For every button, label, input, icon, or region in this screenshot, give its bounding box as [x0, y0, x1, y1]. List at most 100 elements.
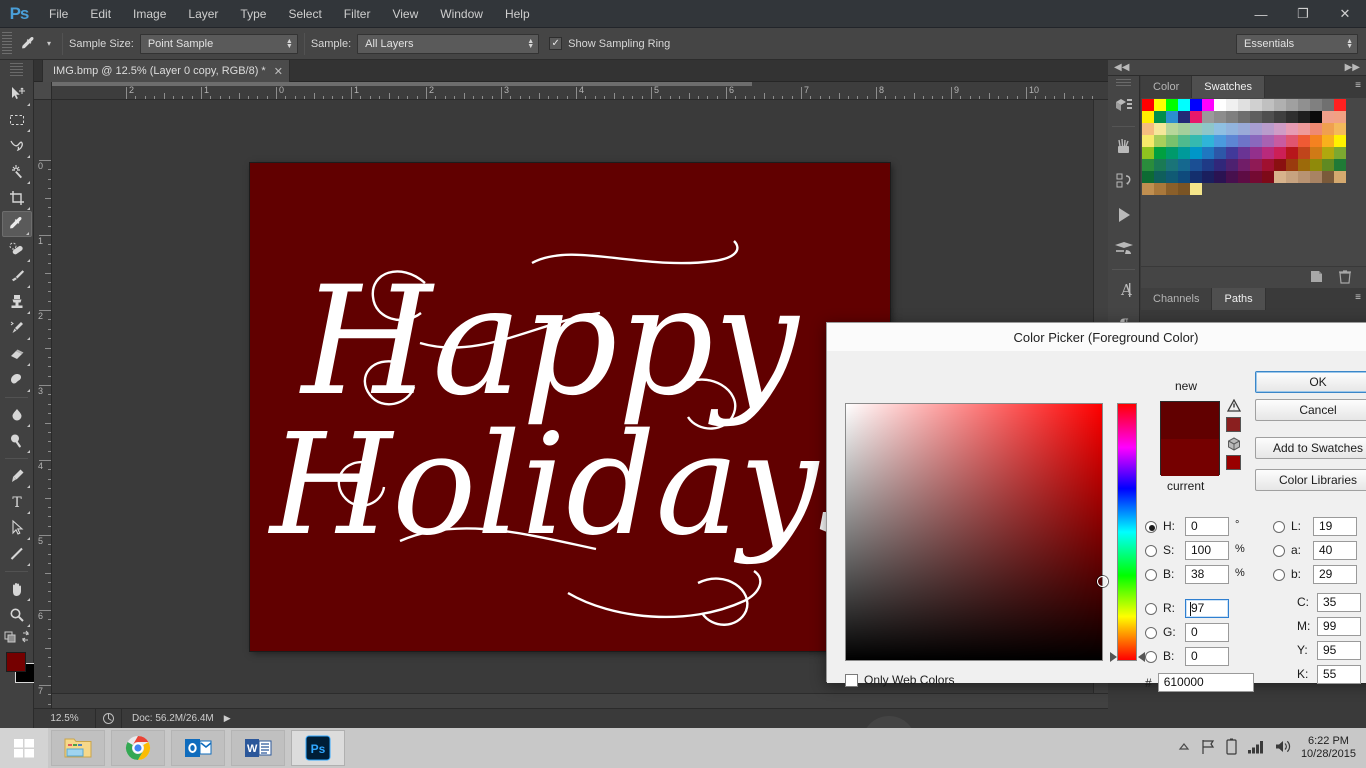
swatch-cell[interactable] — [1214, 99, 1226, 111]
menu-select[interactable]: Select — [277, 0, 332, 28]
minimize-button[interactable]: — — [1240, 0, 1282, 28]
radio-blue[interactable] — [1145, 651, 1157, 663]
color-picker-dialog[interactable]: Color Picker (Foreground Color) new curr… — [826, 322, 1366, 692]
crop-tool[interactable] — [2, 185, 32, 211]
magic-wand-tool[interactable] — [2, 159, 32, 185]
swatch-cell[interactable] — [1250, 123, 1262, 135]
swatch-cell[interactable] — [1142, 183, 1154, 195]
swatch-cell[interactable] — [1322, 123, 1334, 135]
battery-icon[interactable] — [1226, 738, 1237, 758]
artboard[interactable]: Happy Holidays — [250, 163, 890, 651]
photoshop-icon[interactable]: Ps — [291, 730, 345, 766]
input-black[interactable]: 55 — [1317, 665, 1361, 684]
swatch-cell[interactable] — [1178, 183, 1190, 195]
swatch-cell[interactable] — [1226, 135, 1238, 147]
radio-lab-b[interactable] — [1273, 569, 1285, 581]
swatch-cell[interactable] — [1214, 135, 1226, 147]
sample-select[interactable]: All Layers ▲ ▼ — [357, 33, 540, 54]
swatch-cell[interactable] — [1238, 99, 1250, 111]
swatch-cell[interactable] — [1178, 171, 1190, 183]
flag-action-center-icon[interactable] — [1200, 739, 1216, 758]
swatch-cell[interactable] — [1322, 135, 1334, 147]
cancel-button[interactable]: Cancel — [1255, 399, 1366, 421]
web-safe-warning-icon[interactable] — [1227, 437, 1241, 454]
word-icon[interactable]: W — [231, 730, 285, 766]
swatch-cell[interactable] — [1334, 123, 1346, 135]
swatch-cell[interactable] — [1214, 111, 1226, 123]
swatch-cell[interactable] — [1190, 123, 1202, 135]
swatch-cell[interactable] — [1190, 159, 1202, 171]
tab-channels[interactable]: Channels — [1141, 288, 1213, 310]
pen-tool[interactable] — [2, 463, 32, 489]
swatch-cell[interactable] — [1202, 171, 1214, 183]
swatch-cell[interactable] — [1250, 135, 1262, 147]
new-color-swatch[interactable] — [1161, 402, 1219, 439]
swatch-grid[interactable] — [1142, 99, 1346, 195]
lasso-tool[interactable] — [2, 133, 32, 159]
radio-hue[interactable] — [1145, 521, 1157, 533]
tool-preset-chevron-icon[interactable]: ▾ — [42, 32, 56, 56]
tab-swatches[interactable]: Swatches — [1192, 76, 1265, 98]
swatch-cell[interactable] — [1250, 171, 1262, 183]
swatch-cell[interactable] — [1154, 147, 1166, 159]
swatch-cell[interactable] — [1166, 123, 1178, 135]
menu-image[interactable]: Image — [122, 0, 177, 28]
swatch-cell[interactable] — [1226, 123, 1238, 135]
web-safe-swatch[interactable] — [1226, 455, 1241, 470]
radio-saturation[interactable] — [1145, 545, 1157, 557]
swatch-cell[interactable] — [1298, 135, 1310, 147]
swatch-cell[interactable] — [1334, 159, 1346, 171]
history-brush-tool[interactable] — [2, 315, 32, 341]
swatch-cell[interactable] — [1298, 147, 1310, 159]
swatch-cell[interactable] — [1238, 171, 1250, 183]
swatch-cell[interactable] — [1274, 159, 1286, 171]
input-brightness[interactable]: 38 — [1185, 565, 1229, 584]
volume-icon[interactable] — [1274, 739, 1291, 757]
swatch-cell[interactable] — [1226, 147, 1238, 159]
eraser-tool[interactable] — [2, 341, 32, 367]
horizontal-ruler[interactable]: 2 1 0 1 2 3 4 5 6 7 8 9 10 — [52, 82, 1108, 100]
swatch-cell[interactable] — [1262, 147, 1274, 159]
brush-presets-icon[interactable] — [1108, 130, 1140, 164]
input-blue[interactable]: 0 — [1185, 647, 1229, 666]
swatch-cell[interactable] — [1190, 147, 1202, 159]
swatch-cell[interactable] — [1262, 111, 1274, 123]
swatch-cell[interactable] — [1142, 123, 1154, 135]
history-icon[interactable] — [1108, 164, 1140, 198]
swatch-cell[interactable] — [1166, 111, 1178, 123]
sample-size-select[interactable]: Point Sample ▲ ▼ — [139, 33, 298, 54]
line-tool[interactable] — [2, 541, 32, 567]
swatch-cell[interactable] — [1142, 147, 1154, 159]
input-lab-a[interactable]: 40 — [1313, 541, 1357, 560]
swatch-cell[interactable] — [1286, 171, 1298, 183]
swatch-cell[interactable] — [1226, 159, 1238, 171]
swatch-cell[interactable] — [1178, 111, 1190, 123]
google-chrome-icon[interactable] — [111, 730, 165, 766]
out-of-gamut-swatch[interactable] — [1226, 417, 1241, 432]
saturation-brightness-field[interactable] — [845, 403, 1108, 661]
clock[interactable]: 6:22 PM 10/28/2015 — [1301, 735, 1356, 761]
swatch-cell[interactable] — [1202, 147, 1214, 159]
tab-paths[interactable]: Paths — [1212, 288, 1266, 310]
input-saturation[interactable]: 100 — [1185, 541, 1229, 560]
swatch-cell[interactable] — [1178, 159, 1190, 171]
hand-tool[interactable] — [2, 576, 32, 602]
swatch-cell[interactable] — [1274, 147, 1286, 159]
new-swatch-icon[interactable] — [1309, 269, 1324, 287]
swatch-cell[interactable] — [1250, 99, 1262, 111]
rail-grip[interactable] — [1116, 79, 1131, 87]
dodge-tool[interactable] — [2, 428, 32, 454]
input-magenta[interactable]: 99 — [1317, 617, 1361, 636]
show-sampling-ring-checkbox[interactable]: ✓ Show Sampling Ring — [549, 37, 676, 50]
swatch-cell[interactable] — [1262, 123, 1274, 135]
swatch-cell[interactable] — [1190, 171, 1202, 183]
out-of-gamut-warning-icon[interactable] — [1226, 398, 1242, 415]
swatch-cell[interactable] — [1190, 183, 1202, 195]
swatch-cell[interactable] — [1322, 147, 1334, 159]
swatch-cell[interactable] — [1166, 171, 1178, 183]
swatch-cell[interactable] — [1238, 111, 1250, 123]
file-explorer-icon[interactable] — [51, 730, 105, 766]
close-document-icon[interactable]: ✕ — [274, 65, 283, 78]
swatch-cell[interactable] — [1238, 147, 1250, 159]
swatch-cell[interactable] — [1238, 123, 1250, 135]
